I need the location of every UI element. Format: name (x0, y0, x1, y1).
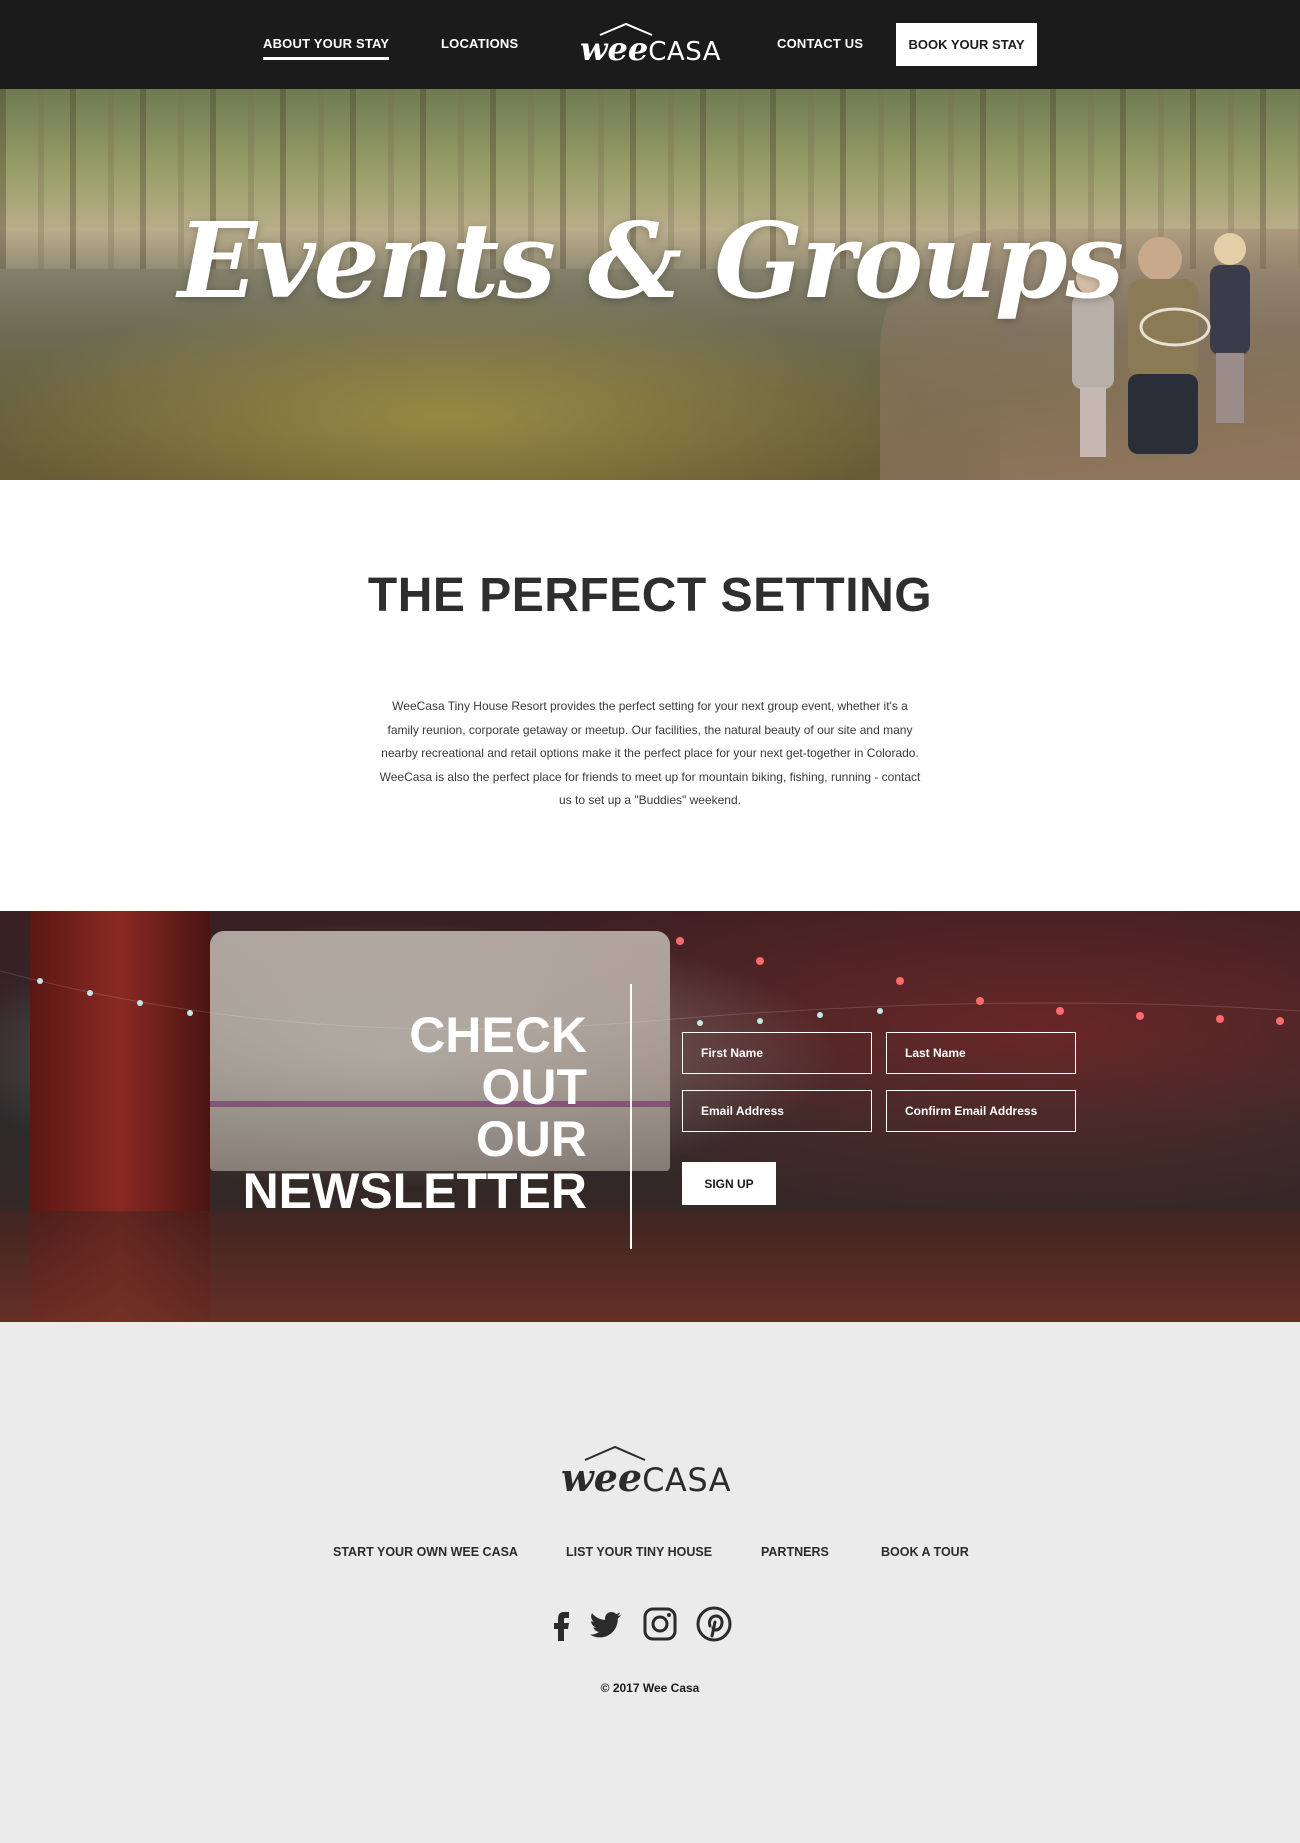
newsletter-title-line: OUR (475, 1111, 587, 1167)
hero-banner: Events & Groups (0, 89, 1300, 480)
book-your-stay-button[interactable]: BOOK YOUR STAY (896, 23, 1037, 66)
section-body: WeeCasa Tiny House Resort provides the p… (379, 699, 921, 807)
logo-wee-text: wee (580, 30, 649, 68)
newsletter-title-line: CHECK (409, 1007, 587, 1063)
footer-link-book-a-tour[interactable]: BOOK A TOUR (881, 1545, 969, 1559)
newsletter-title-line: OUT (481, 1059, 587, 1115)
hero-title: Events & Groups (177, 199, 1124, 322)
instagram-icon[interactable] (640, 1604, 680, 1644)
footer-weecasa-logo[interactable]: weeCASA (561, 1445, 741, 1500)
nav-locations[interactable]: LOCATIONS (441, 36, 518, 51)
campsite-ground (0, 1211, 1300, 1322)
section-heading: THE PERFECT SETTING (367, 569, 933, 622)
footer-link-start-your-own[interactable]: START YOUR OWN WEE CASA (333, 1545, 518, 1559)
vertical-divider (630, 984, 632, 1249)
footer-link-list-tiny-house[interactable]: LIST YOUR TINY HOUSE (566, 1545, 712, 1559)
newsletter-title: CHECK OUT OUR NEWSLETTER (230, 1009, 587, 1217)
copyright-text: © 2017 Wee Casa (600, 1681, 700, 1695)
facebook-icon[interactable] (541, 1604, 581, 1644)
nav-contact-us[interactable]: CONTACT US (777, 36, 863, 51)
email-input[interactable] (682, 1090, 872, 1132)
top-navigation: ABOUT YOUR STAY LOCATIONS weeCASA CONTAC… (0, 0, 1300, 89)
weecasa-logo[interactable]: weeCASA (580, 22, 720, 68)
nav-about-your-stay[interactable]: ABOUT YOUR STAY (263, 36, 390, 60)
confirm-email-input[interactable] (886, 1090, 1076, 1132)
twitter-icon[interactable] (585, 1604, 625, 1644)
sign-up-button[interactable]: SIGN UP (682, 1162, 776, 1205)
newsletter-section: CHECK OUT OUR NEWSLETTER SIGN UP (0, 911, 1300, 1322)
last-name-input[interactable] (886, 1032, 1076, 1074)
logo-casa-text: CASA (642, 1461, 732, 1499)
first-name-input[interactable] (682, 1032, 872, 1074)
pinterest-icon[interactable] (694, 1604, 734, 1644)
footer: weeCASA START YOUR OWN WEE CASA LIST YOU… (0, 1322, 1300, 1843)
newsletter-title-line: NEWSLETTER (242, 1163, 587, 1219)
string-lights (0, 937, 1300, 1030)
logo-wee-text: wee (561, 1455, 643, 1500)
perfect-setting-section: THE PERFECT SETTING WeeCasa Tiny House R… (0, 480, 1300, 911)
logo-casa-text: CASA (648, 37, 721, 67)
footer-link-partners[interactable]: PARTNERS (761, 1545, 829, 1559)
